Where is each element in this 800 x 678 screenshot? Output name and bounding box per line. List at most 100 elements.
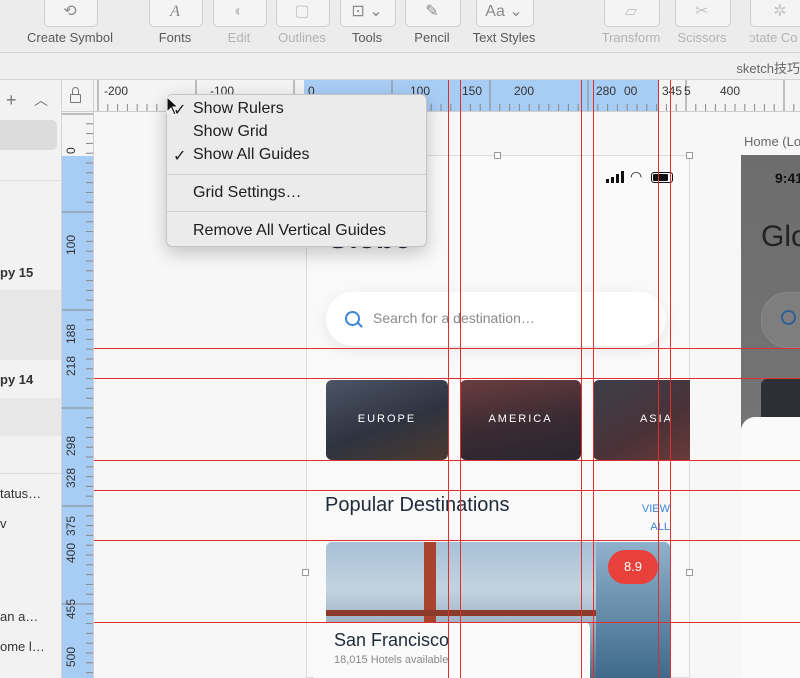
chevron-up-icon[interactable]: ︿: [34, 90, 48, 110]
rotate-copies-button[interactable]: ✲ Rotate Co: [750, 0, 800, 52]
menu-item-remove-vertical-guides[interactable]: Remove All Vertical Guides: [167, 221, 426, 243]
section-title: Popular Destinations: [325, 494, 510, 516]
tools-glyph: ⊡ ⌄: [351, 3, 383, 20]
view-context-menu: ✓ Show Rulers Show Grid ✓ Show All Guide…: [166, 94, 427, 247]
ruler-label: 00: [624, 84, 638, 98]
ruler-label: 280: [596, 84, 617, 98]
ruler-label: 188: [64, 323, 78, 344]
create-symbol-label: Create Symbol: [27, 30, 113, 45]
pencil-glyph: ✎: [425, 3, 439, 20]
ruler-label: 455: [64, 598, 78, 619]
bottom-sheet: [741, 417, 800, 678]
create-symbol-button[interactable]: ⟲ Create Symbol: [27, 0, 113, 52]
text-styles-button[interactable]: Aa ⌄ Text Styles: [473, 0, 535, 52]
fonts-glyph: A: [170, 3, 180, 20]
resize-handle[interactable]: [686, 152, 693, 159]
resize-handle[interactable]: [494, 152, 501, 159]
menu-item-show-grid[interactable]: Show Grid: [167, 122, 426, 144]
document-tab-bar: [0, 52, 800, 80]
horizontal-guide[interactable]: [94, 490, 800, 491]
category-card-america[interactable]: AMERICA: [460, 380, 581, 460]
search-icon-handle: [357, 322, 363, 328]
horizontal-guide[interactable]: [94, 622, 800, 623]
ruler-label: 400: [64, 542, 78, 563]
layers-panel: + ︿ py 15 py 14 tatus… v an a… ome l…: [0, 80, 62, 678]
layer-row-copy-14[interactable]: py 14: [0, 372, 61, 387]
ruler-label: 345: [662, 84, 683, 98]
text-styles-label: Text Styles: [472, 30, 536, 45]
vertical-guide[interactable]: [658, 80, 659, 678]
category-card-asia[interactable]: ASIA: [593, 380, 690, 460]
layer-divider: [0, 180, 61, 181]
ruler-label: 200: [514, 84, 535, 98]
category-label: AMERICA: [488, 413, 553, 425]
menu-item-label: Show Grid: [193, 123, 268, 140]
ruler-label: 150: [462, 84, 483, 98]
vertical-ruler-ticks: [62, 113, 93, 674]
scissors-glyph: ✂: [695, 3, 709, 20]
category-card-europe[interactable]: EUROPE: [326, 380, 448, 460]
menu-item-show-rulers[interactable]: ✓ Show Rulers: [167, 99, 426, 121]
layer-row-copy-15[interactable]: py 15: [0, 265, 61, 280]
vertical-guide[interactable]: [448, 80, 449, 678]
menu-item-show-all-guides[interactable]: ✓ Show All Guides: [167, 145, 426, 167]
category-label: EUROPE: [357, 413, 417, 425]
ruler-label: 100: [64, 234, 78, 255]
ruler-label: 5: [684, 84, 691, 98]
vertical-ruler[interactable]: 0 100 188 218 298 328 375 400 455 500: [62, 112, 94, 678]
vertical-guide[interactable]: [670, 80, 671, 678]
vertical-guide[interactable]: [593, 80, 594, 678]
menu-item-grid-settings[interactable]: Grid Settings…: [167, 183, 426, 205]
resize-handle[interactable]: [302, 569, 309, 576]
mouse-cursor-icon: [166, 96, 180, 116]
horizontal-guide[interactable]: [94, 348, 800, 349]
ruler-lock-corner[interactable]: [62, 80, 94, 112]
horizontal-guide[interactable]: [94, 460, 800, 461]
artboard-home-dimmed[interactable]: 9:41 Glo: [741, 155, 800, 678]
menu-item-label: Show Rulers: [193, 100, 284, 117]
destination-info-card[interactable]: San Francisco 18,015 Hotels available: [314, 622, 590, 678]
scissors-button[interactable]: ✂ Scissors: [675, 0, 731, 52]
artboard-label-home[interactable]: Home (Lo: [744, 134, 800, 149]
selected-page-row[interactable]: [0, 120, 57, 150]
ruler-label: 298: [64, 435, 78, 456]
text-styles-glyph: Aa ⌄: [485, 3, 523, 20]
ruler-label: 400: [720, 84, 741, 98]
layer-row-home[interactable]: ome l…: [0, 639, 61, 654]
signal-icon: [606, 171, 628, 183]
ruler-label: -200: [104, 84, 129, 98]
resize-handle[interactable]: [686, 569, 693, 576]
rating-badge: 8.9: [608, 550, 658, 584]
pencil-button[interactable]: ✎ Pencil: [405, 0, 461, 52]
layer-thumbnail-area: [0, 290, 61, 360]
layer-divider: [0, 473, 61, 474]
vertical-guide[interactable]: [460, 80, 461, 678]
wifi-icon: ◠: [630, 168, 643, 184]
lock-shackle: [72, 87, 79, 95]
horizontal-guide[interactable]: [94, 378, 800, 379]
layer-row-v[interactable]: v: [0, 516, 61, 531]
menu-item-label: Remove All Vertical Guides: [193, 222, 386, 239]
category-label: ASIA: [639, 413, 674, 425]
layer-row-status[interactable]: tatus…: [0, 486, 61, 501]
create-symbol-glyph: ⟲: [63, 3, 77, 20]
toolbar: ⟲ Create Symbol A Fonts ◐ Edit ▢ Outline…: [0, 0, 800, 52]
horizontal-guide[interactable]: [94, 540, 800, 541]
ruler-label: 0: [64, 147, 78, 154]
menu-item-label: Grid Settings…: [193, 184, 302, 201]
ruler-label: 328: [64, 467, 78, 488]
transform-glyph: ▱: [624, 3, 638, 20]
menu-item-label: Show All Guides: [193, 146, 310, 163]
transform-button[interactable]: ▱ Transform: [602, 0, 660, 52]
vertical-guide[interactable]: [581, 80, 582, 678]
layer-thumbnail-area: [0, 398, 61, 436]
view-all-line: VIEW: [641, 503, 670, 515]
layer-row-an-a[interactable]: an a…: [0, 609, 61, 624]
ruler-label: 375: [64, 515, 78, 536]
destination-search[interactable]: Search for a destination…: [326, 292, 666, 346]
add-page-icon[interactable]: +: [6, 90, 17, 111]
view-all-link[interactable]: VIEW ALL: [640, 500, 670, 536]
outlines-glyph: ▢: [294, 3, 310, 20]
document-tab-title[interactable]: sketch技巧: [736, 58, 800, 77]
destination-hotels-count: 18,015 Hotels available: [334, 654, 449, 666]
